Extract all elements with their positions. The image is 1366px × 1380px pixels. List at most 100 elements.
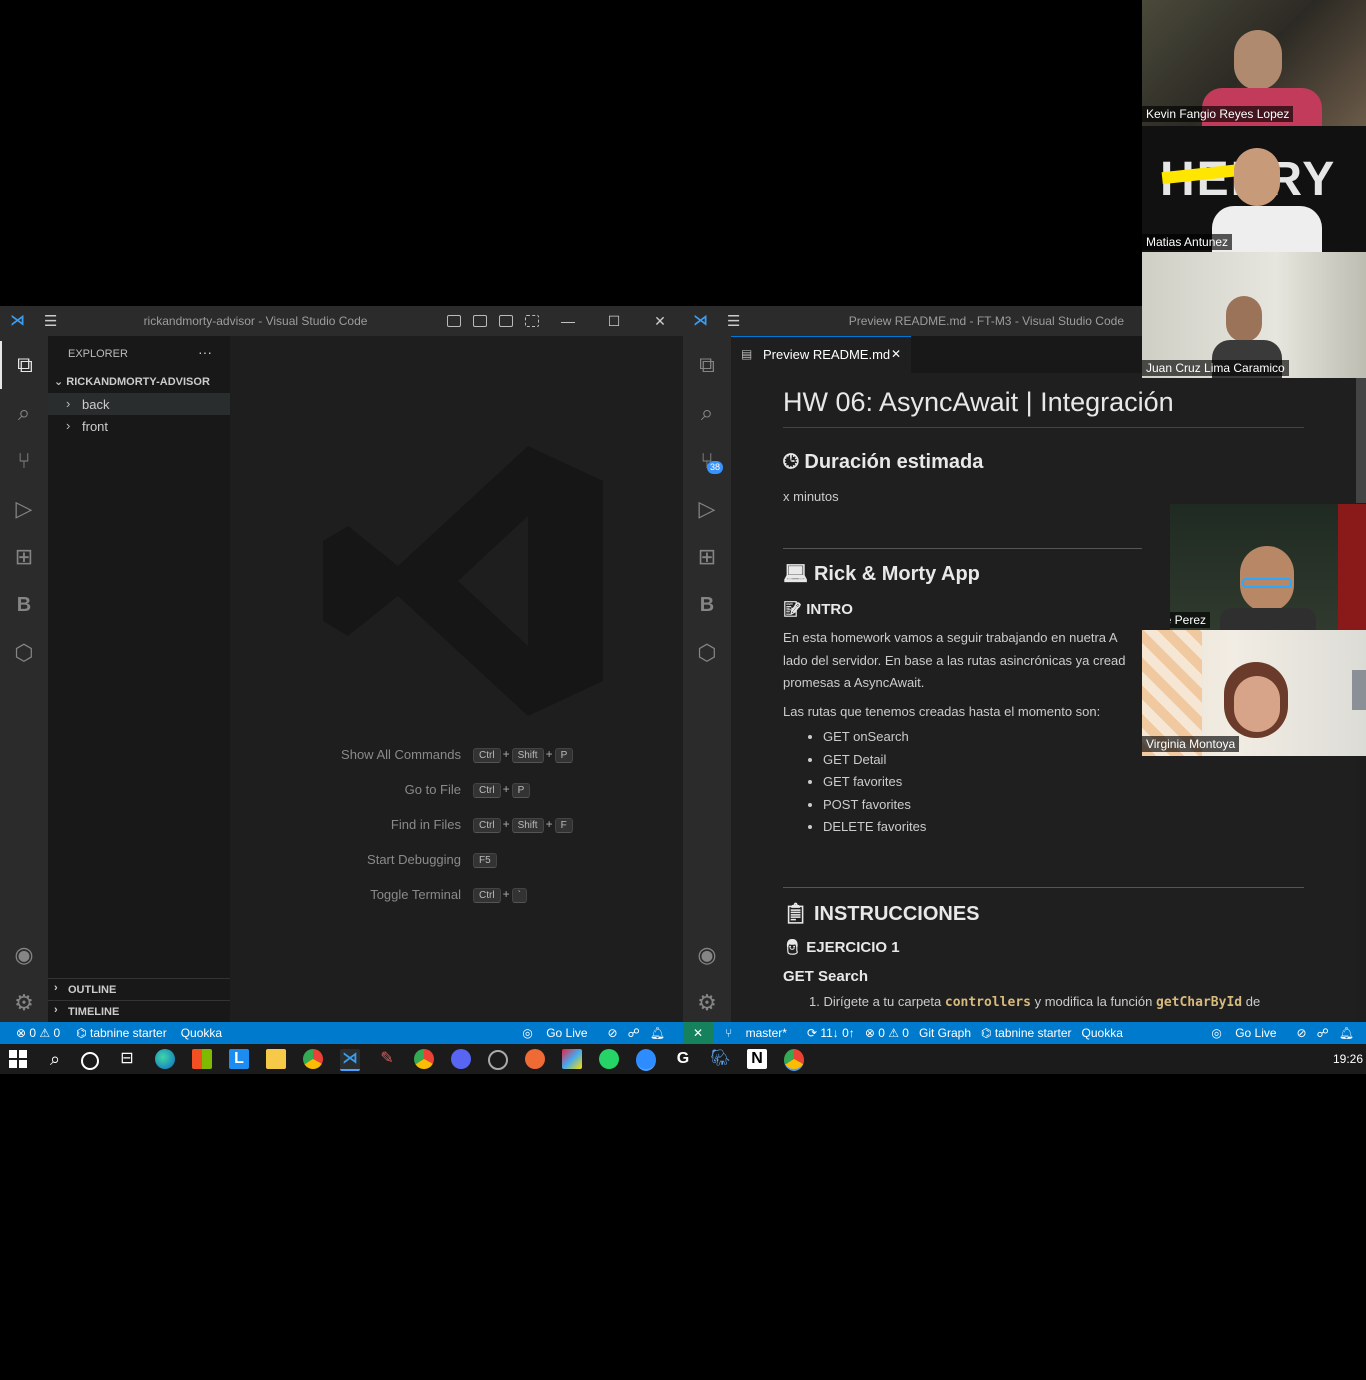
store-icon[interactable] <box>192 1049 212 1069</box>
tabnine-status[interactable]: ⌬ tabnine starter <box>76 1026 167 1040</box>
g-app-icon[interactable]: G <box>673 1049 693 1069</box>
source-control-icon[interactable]: ⑂ <box>0 437 48 485</box>
timeline-section[interactable]: › TIMELINE <box>48 1000 230 1022</box>
b-extension-icon[interactable]: B <box>683 581 731 629</box>
outline-section[interactable]: › OUTLINE <box>48 978 230 1001</box>
customize-layout-icon[interactable] <box>525 315 539 327</box>
tab-preview-readme[interactable]: ▤ Preview README.md ✕ <box>731 336 911 374</box>
settings-gear-icon[interactable]: ⚙ <box>0 979 48 1022</box>
windows-start-icon[interactable] <box>9 1050 27 1068</box>
tab-close-icon[interactable]: ✕ <box>891 347 901 361</box>
notion-icon[interactable]: N <box>747 1049 767 1069</box>
cortana-icon[interactable] <box>81 1052 99 1070</box>
b-extension-icon[interactable]: B <box>0 581 48 629</box>
go-live-status[interactable]: ◎ Go Live <box>522 1026 597 1040</box>
explorer-icon[interactable]: ⧉ <box>0 341 48 389</box>
problems-status[interactable]: ⊗ 0 ⚠ 0 <box>865 1026 909 1040</box>
chrome-profile-icon[interactable] <box>414 1049 434 1069</box>
task-view-icon[interactable]: ⊟ <box>117 1049 137 1069</box>
tabnine-status[interactable]: ⌬ tabnine starter <box>981 1026 1072 1040</box>
search-icon[interactable]: ⌕ <box>45 1049 65 1069</box>
folder-back[interactable]: › back <box>48 393 230 415</box>
postgres-icon[interactable]: 🐘︎ <box>710 1049 730 1069</box>
no-sync-icon[interactable]: ⊘ <box>1297 1026 1307 1040</box>
go-live-status[interactable]: ◎ Go Live <box>1211 1026 1286 1040</box>
shortcut-find-in-files[interactable]: Find in Files Ctrl + Shift + F <box>230 817 683 833</box>
intro-heading-text: INTRO <box>806 601 853 618</box>
chevron-right-icon: › <box>54 1004 58 1016</box>
shortcut-label: Start Debugging <box>367 852 461 867</box>
extensions-icon[interactable]: ⊞ <box>0 533 48 581</box>
explorer-icon[interactable]: ⧉ <box>683 341 731 389</box>
accounts-icon[interactable]: ◉ <box>0 931 48 979</box>
notifications-bell-icon[interactable]: 🔔︎ <box>650 1026 665 1040</box>
whatsapp-icon[interactable] <box>599 1049 619 1069</box>
vscode-taskbar-icon[interactable]: ⋊ <box>340 1049 360 1071</box>
sync-status[interactable]: ⟳ 11↓ 0↑ <box>807 1026 855 1040</box>
video-tile-virginia[interactable]: Virginia Montoya <box>1142 630 1366 756</box>
quokka-status[interactable]: Quokka <box>1082 1026 1123 1040</box>
toggle-panel-icon[interactable] <box>473 315 487 327</box>
problems-status[interactable]: ⊗ 0 ⚠ 0 <box>16 1026 60 1040</box>
branch-status[interactable]: ⑂ master* <box>725 1026 797 1040</box>
maximize-button[interactable]: ☐ <box>591 313 637 330</box>
key: F <box>554 818 573 833</box>
shortcut-toggle-terminal[interactable]: Toggle Terminal Ctrl + ` <box>230 887 683 903</box>
shortcut-start-debugging[interactable]: Start Debugging F5 <box>230 852 683 868</box>
no-sync-icon[interactable]: ⊘ <box>608 1026 618 1040</box>
search-icon[interactable]: ⌕ <box>683 389 731 437</box>
toggle-sidebar-icon[interactable] <box>447 315 461 327</box>
discord-icon[interactable] <box>451 1049 471 1069</box>
key: Ctrl <box>473 818 501 833</box>
run-debug-icon[interactable]: ▷ <box>0 485 48 533</box>
cube-extension-icon[interactable]: ⬡ <box>683 629 731 677</box>
file-explorer-icon[interactable] <box>266 1049 286 1069</box>
quokka-status[interactable]: Quokka <box>181 1026 222 1040</box>
explorer-sidebar: EXPLORER ··· ⌄ RICKANDMORTY-ADVISOR › ba… <box>48 336 230 1022</box>
explorer-more-icon[interactable]: ··· <box>198 344 212 360</box>
run-debug-icon[interactable]: ▷ <box>683 485 731 533</box>
shortcut-label: Show All Commands <box>341 747 461 762</box>
menu-icon[interactable]: ☰ <box>727 312 743 330</box>
inline-code: getCharById <box>1156 995 1243 1010</box>
zoom-icon[interactable] <box>636 1049 656 1071</box>
key: F5 <box>473 853 497 868</box>
cube-extension-icon[interactable]: ⬡ <box>0 629 48 677</box>
source-control-icon[interactable]: ⑂ 38 <box>683 437 731 485</box>
l-app-icon[interactable]: L <box>229 1049 249 1069</box>
key-sep: + <box>502 887 510 901</box>
git-graph-status[interactable]: Git Graph <box>919 1026 971 1040</box>
toggle-secondary-sidebar-icon[interactable] <box>499 315 513 327</box>
root-folder[interactable]: ⌄ RICKANDMORTY-ADVISOR <box>54 375 210 388</box>
shortcut-show-all-commands[interactable]: Show All Commands Ctrl + Shift + P <box>230 747 683 763</box>
extensions-icon[interactable]: ⊞ <box>683 533 731 581</box>
github-icon[interactable] <box>488 1050 508 1070</box>
pencil-app-icon[interactable]: ✎ <box>377 1049 397 1069</box>
photos-icon[interactable] <box>562 1049 582 1069</box>
close-button[interactable]: ✕ <box>637 313 683 330</box>
video-tile-matias[interactable]: HENRY Matias Antunez <box>1142 126 1366 252</box>
edge-icon[interactable] <box>155 1049 175 1069</box>
chrome-icon[interactable] <box>303 1049 323 1069</box>
routes-list: GET onSearch GET Detail GET favorites PO… <box>783 726 926 839</box>
minimize-button[interactable]: — <box>545 313 591 329</box>
video-tile-jose[interactable]: Jose Perez <box>1170 504 1366 630</box>
video-tile-kevin[interactable]: Kevin Fangio Reyes Lopez <box>1142 0 1366 126</box>
remote-indicator[interactable]: ✕ <box>683 1022 714 1044</box>
folder-front[interactable]: › front <box>48 415 230 437</box>
search-icon[interactable]: ⌕ <box>0 389 48 437</box>
feedback-icon[interactable]: ☍ <box>1317 1026 1329 1040</box>
menu-icon[interactable]: ☰ <box>44 312 60 330</box>
key: ` <box>511 888 527 903</box>
feedback-icon[interactable]: ☍ <box>628 1026 640 1040</box>
shortcut-go-to-file[interactable]: Go to File Ctrl + P <box>230 782 683 798</box>
postman-icon[interactable] <box>525 1049 545 1069</box>
accounts-icon[interactable]: ◉ <box>683 931 731 979</box>
settings-gear-icon[interactable]: ⚙ <box>683 979 731 1022</box>
video-tile-juan[interactable]: Juan Cruz Lima Caramico <box>1142 252 1366 378</box>
preview-scrollbar[interactable] <box>1356 378 1366 503</box>
notifications-bell-icon[interactable]: 🔔︎ <box>1339 1026 1354 1040</box>
readme-title: HW 06: AsyncAwait | Integración <box>783 387 1174 417</box>
get-search-heading: GET Search <box>783 968 869 985</box>
chrome-active-icon[interactable] <box>784 1049 804 1071</box>
